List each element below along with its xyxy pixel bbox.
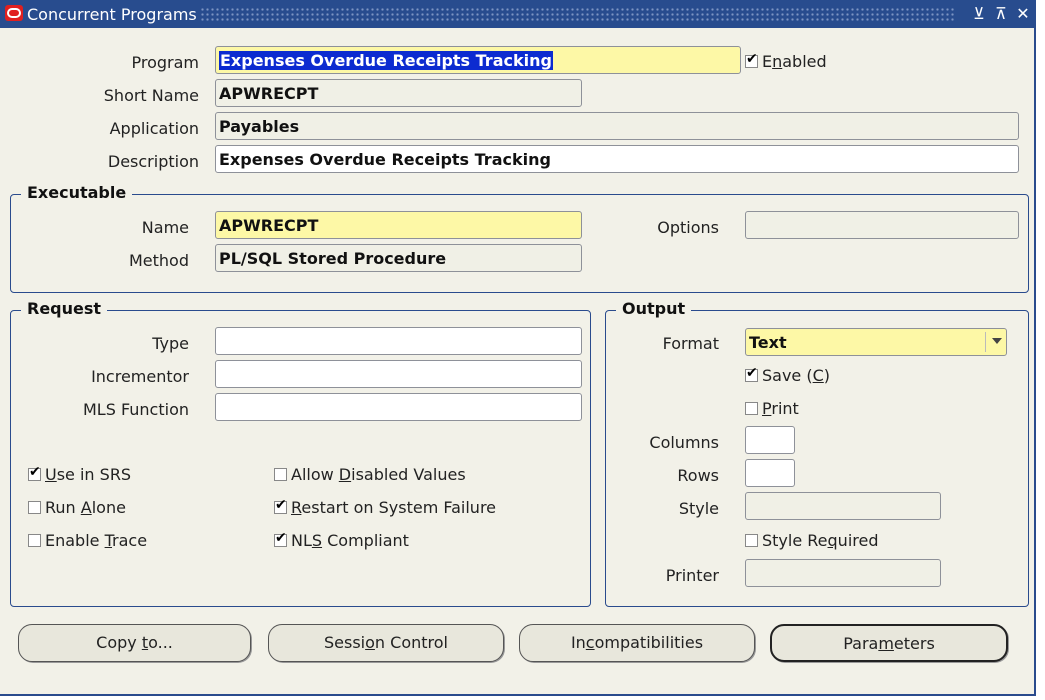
use-in-srs-checkbox[interactable]: Use in SRS — [28, 464, 132, 484]
save-checkbox[interactable]: Save (C) — [745, 365, 831, 385]
run-alone-label: Run Alone — [45, 498, 126, 517]
mls-function-field[interactable] — [215, 393, 582, 421]
printer-label: Printer — [665, 566, 719, 585]
restart-on-failure-checkbox[interactable]: Restart on System Failure — [274, 497, 497, 517]
print-label: Print — [762, 399, 799, 418]
options-field[interactable] — [745, 211, 1019, 239]
printer-field[interactable] — [745, 559, 941, 587]
enabled-label: Enabled — [762, 52, 827, 71]
method-label: Method — [128, 251, 189, 270]
columns-label: Columns — [649, 433, 719, 452]
mls-function-label: MLS Function — [82, 400, 189, 419]
output-group-title: Output — [616, 299, 692, 318]
style-field[interactable] — [745, 492, 941, 520]
program-value: Expenses Overdue Receipts Tracking — [219, 51, 553, 70]
executable-name-field[interactable]: APWRECPT — [215, 211, 582, 239]
oracle-logo-icon — [5, 5, 23, 21]
program-label: Program — [131, 53, 199, 72]
parameters-button-label: Parameters — [843, 634, 935, 653]
rows-field[interactable] — [745, 459, 795, 487]
type-field[interactable] — [215, 327, 582, 355]
title-bar[interactable]: Concurrent Programs ⊻ ⊼ ✕ — [0, 0, 1036, 28]
format-select[interactable]: Text — [745, 328, 1007, 356]
nls-compliant-check-icon — [274, 530, 287, 547]
print-checkbox[interactable]: Print — [745, 399, 799, 418]
executable-group-title: Executable — [21, 183, 133, 202]
allow-disabled-values-checkbox[interactable]: Allow Disabled Values — [274, 465, 466, 484]
incrementor-field[interactable] — [215, 360, 582, 388]
restart-on-failure-check-icon — [274, 497, 287, 514]
rows-label: Rows — [677, 466, 719, 485]
maximize-icon[interactable]: ⊼ — [992, 4, 1010, 24]
session-control-button-label: Session Control — [324, 633, 448, 652]
allow-disabled-values-label: Allow Disabled Values — [291, 465, 466, 484]
short-name-field[interactable]: APWRECPT — [215, 79, 582, 107]
columns-field[interactable] — [745, 426, 795, 454]
description-field[interactable]: Expenses Overdue Receipts Tracking — [215, 145, 1019, 173]
incompatibilities-button[interactable]: Incompatibilities — [519, 624, 755, 662]
minimize-icon[interactable]: ⊻ — [970, 4, 988, 24]
method-field[interactable]: PL/SQL Stored Procedure — [215, 244, 582, 272]
allow-disabled-values-check-icon — [274, 468, 287, 481]
program-field[interactable]: Expenses Overdue Receipts Tracking — [215, 46, 741, 74]
description-label: Description — [107, 152, 199, 171]
concurrent-programs-window: Concurrent Programs ⊻ ⊼ ✕ Program Expens… — [0, 0, 1036, 696]
enable-trace-checkbox[interactable]: Enable Trace — [28, 531, 147, 550]
nls-compliant-checkbox[interactable]: NLS Compliant — [274, 530, 409, 550]
nls-compliant-label: NLS Compliant — [291, 531, 409, 550]
application-field[interactable]: Payables — [215, 112, 1019, 140]
style-required-label: Style Required — [762, 531, 879, 550]
style-required-check-icon — [745, 534, 758, 547]
request-group-title: Request — [21, 299, 108, 318]
save-check-icon — [745, 365, 758, 382]
print-check-icon — [745, 402, 758, 415]
style-required-checkbox[interactable]: Style Required — [745, 531, 878, 550]
run-alone-checkbox[interactable]: Run Alone — [28, 498, 126, 517]
session-control-button[interactable]: Session Control — [268, 624, 504, 662]
run-alone-check-icon — [28, 501, 41, 514]
format-value: Text — [749, 333, 787, 352]
chevron-down-icon[interactable] — [992, 338, 1002, 344]
type-label: Type — [152, 334, 189, 353]
enable-trace-label: Enable Trace — [45, 531, 148, 550]
incrementor-label: Incrementor — [91, 367, 189, 386]
format-label: Format — [662, 334, 719, 353]
title-bar-pattern — [200, 7, 956, 21]
options-label: Options — [657, 218, 719, 237]
close-icon[interactable]: ✕ — [1014, 4, 1032, 24]
style-label: Style — [678, 499, 719, 518]
use-in-srs-check-icon — [28, 464, 41, 481]
enabled-checkbox[interactable]: Enabled — [745, 51, 827, 71]
window-title: Concurrent Programs — [27, 5, 197, 24]
use-in-srs-label: Use in SRS — [45, 465, 132, 484]
format-dropdown-divider — [985, 332, 986, 352]
copy-to-button-label: Copy to... — [96, 633, 173, 652]
incompatibilities-button-label: Incompatibilities — [570, 633, 704, 652]
parameters-button[interactable]: Parameters — [770, 624, 1008, 662]
restart-on-failure-label: Restart on System Failure — [291, 498, 497, 517]
executable-name-label: Name — [141, 218, 189, 237]
short-name-label: Short Name — [103, 86, 199, 105]
enable-trace-check-icon — [28, 534, 41, 547]
copy-to-button[interactable]: Copy to... — [18, 624, 251, 662]
application-label: Application — [109, 119, 199, 138]
save-label: Save (C) — [762, 366, 831, 385]
enabled-check-icon — [745, 51, 758, 68]
